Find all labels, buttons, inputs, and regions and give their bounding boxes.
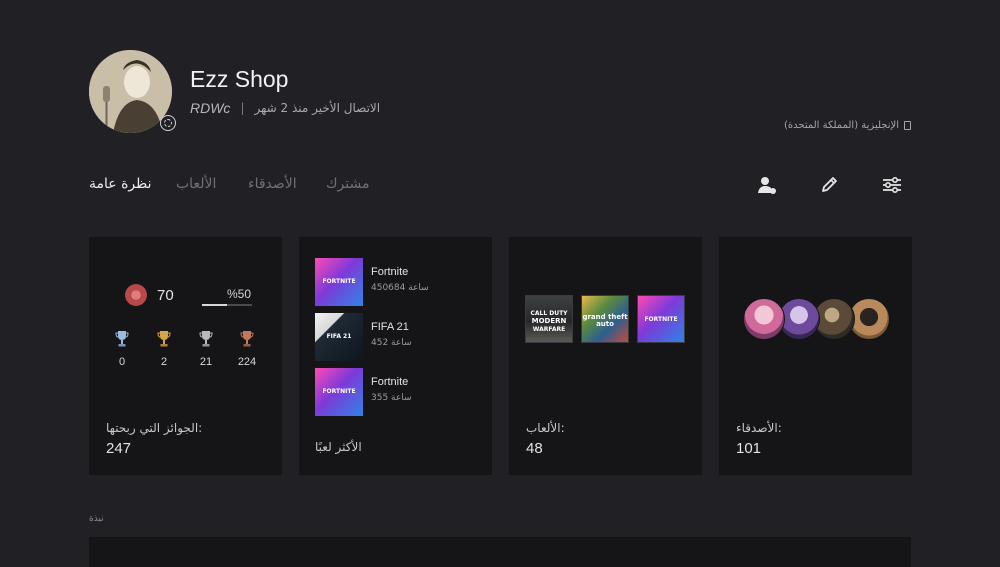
language-label: الإنجليزية (المملكة المتحدة) <box>783 120 899 131</box>
tab-friends[interactable]: الأصدقاء <box>248 176 297 192</box>
silver-trophy: 21 <box>196 330 216 368</box>
tile-text: WARFARE <box>532 326 566 333</box>
friends-card[interactable]: الأصدقاء: 101 <box>719 237 912 475</box>
pencil-icon <box>822 177 837 192</box>
edit-profile-button[interactable] <box>818 174 840 196</box>
fifa-thumbnail: FIFA 21 <box>315 313 363 361</box>
platinum-trophy-icon <box>115 331 129 347</box>
settings-button[interactable] <box>881 174 903 196</box>
games-label: الألعاب: <box>526 421 565 435</box>
profile-name: Ezz Shop <box>190 66 289 92</box>
game-hours: 355 ساعة <box>371 393 412 403</box>
silver-trophy-icon <box>199 331 213 347</box>
level-progress-fill <box>202 304 227 306</box>
game-title: Fortnite <box>371 266 409 278</box>
tile-text: grand theft auto <box>582 313 628 328</box>
gold-trophy-icon <box>157 331 171 347</box>
profile-avatar[interactable] <box>89 50 176 133</box>
friends-count: 101 <box>736 440 762 457</box>
game-title: Fortnite <box>371 376 409 388</box>
tab-shared[interactable]: مشترك <box>326 176 369 192</box>
level-progress-bar <box>202 304 252 306</box>
tab-games[interactable]: الألعاب <box>176 176 216 192</box>
gta-tile: grand theft auto <box>581 295 629 343</box>
bronze-trophy: 224 <box>237 330 257 368</box>
status-badge <box>160 115 176 131</box>
trophies-total: 247 <box>106 440 132 457</box>
games-count: 48 <box>526 440 543 457</box>
trophies-label: الجوائز التي ربحتها: <box>106 421 203 435</box>
tile-text: MODERN <box>531 317 567 325</box>
online-id: RDWc <box>190 100 231 116</box>
game-hours: 452 ساعة <box>371 338 412 348</box>
separator: | <box>240 101 245 115</box>
fortnite-tile: FORTNITE <box>637 295 685 343</box>
add-friend-icon <box>758 177 776 194</box>
trophy-level-icon <box>125 284 147 306</box>
gold-count: 2 <box>160 356 168 368</box>
tile-text: FIFA 21 <box>326 333 352 340</box>
tile-text: FORTNITE <box>322 388 356 395</box>
tab-overview[interactable]: نظرة عامة <box>89 176 152 192</box>
games-card[interactable]: CALL DUTY MODERN WARFARE grand theft aut… <box>509 237 702 475</box>
platinum-count: 0 <box>118 356 126 368</box>
language-info: الإنجليزية (المملكة المتحدة) <box>784 120 911 131</box>
language-icon <box>904 121 911 130</box>
trophies-card[interactable]: 70 %50 0 2 21 224 الجوائز التي ربحتها: 2… <box>89 237 282 475</box>
trophy-level: 70 <box>157 287 174 304</box>
gold-trophy: 2 <box>154 330 174 368</box>
tile-text: CALL DUTY <box>530 310 568 317</box>
bio-label: نبذة <box>89 514 104 524</box>
platinum-trophy: 0 <box>112 330 132 368</box>
bronze-trophy-icon <box>240 331 254 347</box>
game-title: FIFA 21 <box>371 321 409 333</box>
fortnite-thumbnail: FORTNITE <box>315 368 363 416</box>
most-played-label: الأكثر لعبًا <box>315 440 362 454</box>
tile-text: FORTNITE <box>322 278 356 285</box>
most-played-item[interactable]: FORTNITE Fortnite 450684 ساعة <box>315 258 475 306</box>
most-played-card[interactable]: FORTNITE Fortnite 450684 ساعة FIFA 21 FI… <box>299 237 492 475</box>
profile-subline: RDWc | الاتصال الأخير منذ 2 شهر <box>190 100 380 116</box>
game-hours: 450684 ساعة <box>371 283 429 293</box>
fortnite-thumbnail: FORTNITE <box>315 258 363 306</box>
silver-count: 21 <box>199 356 213 368</box>
cod-tile: CALL DUTY MODERN WARFARE <box>525 295 573 343</box>
most-played-item[interactable]: FIFA 21 FIFA 21 452 ساعة <box>315 313 475 361</box>
last-online: الاتصال الأخير منذ 2 شهر <box>254 101 381 115</box>
friends-label: الأصدقاء: <box>736 421 782 435</box>
bio-box <box>89 537 911 567</box>
bronze-count: 224 <box>237 356 257 368</box>
level-progress-text: %50 <box>227 287 252 301</box>
most-played-item[interactable]: FORTNITE Fortnite 355 ساعة <box>315 368 475 416</box>
tile-text: FORTNITE <box>644 316 678 323</box>
friend-avatar <box>743 298 785 340</box>
sliders-icon <box>883 176 901 194</box>
add-friend-button[interactable] <box>756 174 778 196</box>
